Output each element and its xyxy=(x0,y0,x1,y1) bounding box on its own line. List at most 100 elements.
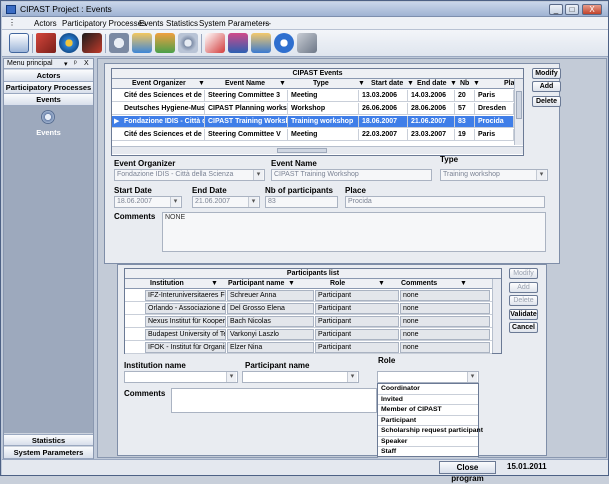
participant-cell[interactable]: Participant xyxy=(315,329,399,340)
menu-system-parameters[interactable]: System Parameters xyxy=(199,19,269,28)
col-type[interactable]: Type xyxy=(313,80,329,87)
gear-icon[interactable] xyxy=(178,33,198,53)
globe-icon[interactable] xyxy=(59,33,79,53)
grid-icon[interactable] xyxy=(9,33,29,53)
filter-icon[interactable]: ▼ xyxy=(358,80,365,87)
type-select[interactable]: Training workshop xyxy=(440,169,548,181)
nav-events[interactable]: Events xyxy=(4,94,93,106)
participant-comments-field[interactable] xyxy=(171,388,377,413)
event-cell[interactable]: 57 xyxy=(456,103,475,115)
role-option[interactable]: Invited xyxy=(378,395,478,405)
participant-cell[interactable]: IFOK - Institut für Organis xyxy=(145,342,226,353)
pen-icon[interactable] xyxy=(82,33,102,53)
event-cell[interactable]: Fondazione IDIS - Città d xyxy=(122,116,205,128)
end-date-picker[interactable]: 21.06.2007 xyxy=(192,196,260,208)
event-cell[interactable]: 20 xyxy=(456,90,475,102)
event-cell[interactable]: Cité des Sciences et de l'I xyxy=(122,129,205,141)
filter-icon[interactable]: ▼ xyxy=(198,80,205,87)
event-organizer-select[interactable]: Fondazione IDIS - Città della Scienza xyxy=(114,169,265,181)
event-cell[interactable]: 28.06.2006 xyxy=(409,103,455,115)
participants-add-button[interactable]: Add xyxy=(509,282,538,293)
role-option[interactable]: Participant xyxy=(378,416,478,426)
participant-cell[interactable]: none xyxy=(400,342,490,353)
col-event-name[interactable]: Event Name xyxy=(225,80,265,87)
events-gear-icon[interactable] xyxy=(41,110,55,124)
role-option[interactable]: Speaker xyxy=(378,437,478,447)
participant-cell[interactable]: Orlando - Associazione di xyxy=(145,303,226,314)
event-cell[interactable]: Cité des Sciences et de l'I xyxy=(122,90,205,102)
pane-pin-icon[interactable]: ᵖ xyxy=(74,60,77,67)
participant-row[interactable]: IFOK - Institut für Organis Elzer Nina Par… xyxy=(125,342,492,354)
participant-cell[interactable]: Participant xyxy=(315,303,399,314)
event-cell[interactable]: Paris xyxy=(476,90,514,102)
filter-icon[interactable]: ▼ xyxy=(460,280,467,287)
event-comments-field[interactable]: NONE xyxy=(162,212,546,252)
filter-icon[interactable]: ▼ xyxy=(407,80,414,87)
event-name-field[interactable]: CIPAST Training Workshop xyxy=(271,169,432,181)
event-row[interactable]: ▶ Fondazione IDIS - Città d CIPAST Trainin… xyxy=(112,116,514,128)
users-icon[interactable] xyxy=(132,33,152,53)
event-row[interactable]: Deutsches Hygiene-Muse CIPAST Planning wo… xyxy=(112,103,514,115)
event-cell[interactable]: Paris xyxy=(476,129,514,141)
filter-icon[interactable]: ▼ xyxy=(211,280,218,287)
col-event-organizer[interactable]: Event Organizer xyxy=(132,80,186,87)
scroll-thumb[interactable] xyxy=(516,91,522,119)
place-field[interactable]: Procida xyxy=(345,196,545,208)
col-role[interactable]: Role xyxy=(330,280,345,287)
validate-button[interactable]: Validate xyxy=(509,309,538,320)
role-select[interactable] xyxy=(377,371,479,383)
event-cell[interactable]: 13.03.2006 xyxy=(360,90,408,102)
participant-cell[interactable]: Participant xyxy=(315,342,399,353)
participant-cell[interactable]: Varkonyi Laszlo xyxy=(227,329,314,340)
event-cell[interactable]: Steering Committee V xyxy=(206,129,288,141)
pane-dropdown-icon[interactable]: ▾ xyxy=(64,60,68,68)
participant-cell[interactable]: IFZ-Interuniversitaeres Fo xyxy=(145,290,226,301)
participant-cell[interactable]: none xyxy=(400,303,490,314)
participant-cell[interactable]: none xyxy=(400,316,490,327)
filter-icon[interactable]: ▼ xyxy=(450,80,457,87)
participant-cell[interactable]: Nexus Institut für Koopera xyxy=(145,316,226,327)
col-participant-name[interactable]: Participant name xyxy=(228,280,284,287)
pane-close-icon[interactable]: X xyxy=(84,60,89,67)
menu-actors[interactable]: Actors xyxy=(34,19,57,28)
event-row[interactable]: Cité des Sciences et de l'I Steering Comm… xyxy=(112,129,514,141)
events-add-button[interactable]: Add xyxy=(532,81,561,92)
menu-events[interactable]: Events xyxy=(139,19,163,28)
info-icon[interactable] xyxy=(274,33,294,53)
event-cell[interactable]: 18.06.2007 xyxy=(360,116,408,128)
role-option[interactable]: Member of CIPAST xyxy=(378,405,478,416)
participant-cell[interactable]: Participant xyxy=(315,316,399,327)
close-button[interactable]: X xyxy=(582,4,602,15)
filter-icon[interactable]: ▼ xyxy=(279,80,286,87)
col-institution[interactable]: Institution xyxy=(150,280,184,287)
event-cell[interactable]: Meeting xyxy=(289,129,359,141)
event-row[interactable]: Cité des Sciences et de l'I Steering Comm… xyxy=(112,90,514,102)
participant-cell[interactable]: Schreuer Anna xyxy=(227,290,314,301)
role-option[interactable]: Coordinator xyxy=(378,384,478,395)
cancel-button[interactable]: Cancel xyxy=(509,322,538,333)
event-cell[interactable]: CIPAST Training Worksho xyxy=(206,116,288,128)
events-hscrollbar[interactable] xyxy=(112,146,523,154)
nav-actors[interactable]: Actors xyxy=(4,70,93,82)
nb-participants-field[interactable]: 83 xyxy=(265,196,338,208)
col-nb[interactable]: Nb xyxy=(460,80,469,87)
event-cell[interactable]: 26.06.2006 xyxy=(360,103,408,115)
event-cell[interactable]: 19 xyxy=(456,129,475,141)
event-cell[interactable]: 83 xyxy=(456,116,475,128)
participants-delete-button[interactable]: Delete xyxy=(509,295,538,306)
participant-cell[interactable]: Budapest University of Te xyxy=(145,329,226,340)
participants-modify-button[interactable]: Modify xyxy=(509,268,538,279)
filter-icon[interactable]: ▼ xyxy=(378,280,385,287)
minimize-button[interactable]: _ xyxy=(549,4,563,15)
events-nav-label[interactable]: Events xyxy=(4,128,93,137)
participant-cell[interactable]: Del Grosso Elena xyxy=(227,303,314,314)
briefcase-icon[interactable] xyxy=(228,33,248,53)
participant-cell[interactable]: Bach Nicolas xyxy=(227,316,314,327)
institution-select[interactable] xyxy=(124,371,238,383)
scroll-thumb[interactable] xyxy=(277,148,327,153)
filter-icon[interactable]: ▼ xyxy=(288,280,295,287)
participant-cell[interactable]: Participant xyxy=(315,290,399,301)
chart-icon[interactable] xyxy=(155,33,175,53)
events-vscrollbar[interactable] xyxy=(514,79,523,145)
participant-select[interactable] xyxy=(242,371,359,383)
